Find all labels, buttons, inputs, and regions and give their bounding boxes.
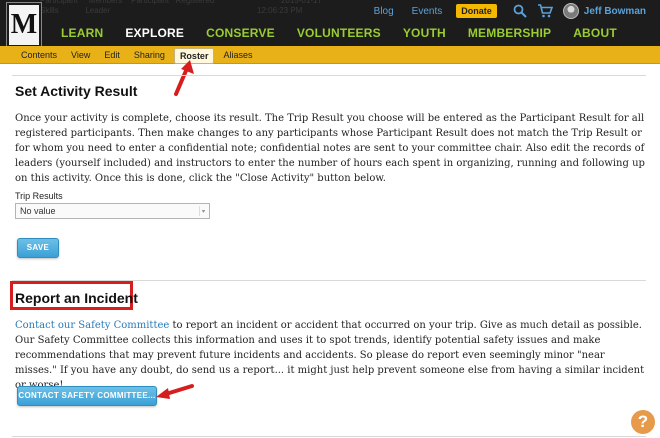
activity-result-title: Set Activity Result (15, 83, 138, 99)
activity-result-description: Once your activity is complete, choose i… (15, 113, 645, 184)
site-header: Participant Members Participant Register… (0, 0, 660, 46)
tab-aliases[interactable]: Aliases (218, 48, 257, 64)
contact-safety-committee-button[interactable]: CONTACT SAFETY COMMITTEE... (17, 386, 157, 406)
safety-committee-link[interactable]: Contact our Safety Committee (15, 320, 169, 331)
section-divider (12, 75, 646, 76)
tab-bar: Contents View Edit Sharing Roster Aliase… (0, 46, 660, 64)
tab-edit[interactable]: Edit (99, 48, 125, 64)
contact-annotation-arrow (156, 384, 194, 399)
tab-sharing[interactable]: Sharing (129, 48, 170, 64)
section-divider (12, 436, 646, 437)
help-icon[interactable]: ? (631, 410, 655, 434)
search-icon[interactable] (513, 4, 527, 18)
site-logo[interactable]: M (6, 2, 42, 46)
nav-about[interactable]: ABOUT (562, 26, 628, 40)
roster-annotation-arrow (174, 60, 194, 96)
save-button[interactable]: SAVE (17, 238, 59, 258)
nav-volunteers[interactable]: VOLUNTEERS (286, 26, 392, 40)
utility-bar: Blog Events Donate Jeff Bowman (356, 3, 646, 19)
avatar[interactable] (562, 3, 579, 19)
blog-link[interactable]: Blog (374, 6, 394, 17)
incident-description: Contact our Safety Committee to report a… (15, 318, 647, 393)
nav-learn[interactable]: LEARN (50, 26, 114, 40)
background-roster-text: Participant Members Participant Register… (40, 0, 322, 15)
incident-title: Report an Incident (15, 290, 138, 306)
trip-results-value: No value (20, 206, 56, 216)
tab-view[interactable]: View (66, 48, 95, 64)
tab-contents[interactable]: Contents (16, 48, 62, 64)
nav-youth[interactable]: YOUTH (392, 26, 457, 40)
trip-results-label: Trip Results (15, 191, 63, 201)
nav-explore[interactable]: EXPLORE (114, 26, 195, 40)
trip-results-select[interactable]: No value (15, 203, 210, 219)
nav-conserve[interactable]: CONSERVE (195, 26, 286, 40)
main-nav: LEARN EXPLORE CONSERVE VOLUNTEERS YOUTH … (50, 26, 628, 40)
logo-letter: M (10, 9, 38, 40)
nav-membership[interactable]: MEMBERSHIP (457, 26, 562, 40)
chevron-down-icon (199, 206, 206, 216)
events-link[interactable]: Events (412, 6, 443, 17)
cart-icon[interactable] (537, 4, 553, 18)
username-link[interactable]: Jeff Bowman (584, 6, 646, 17)
donate-button[interactable]: Donate (456, 4, 497, 18)
